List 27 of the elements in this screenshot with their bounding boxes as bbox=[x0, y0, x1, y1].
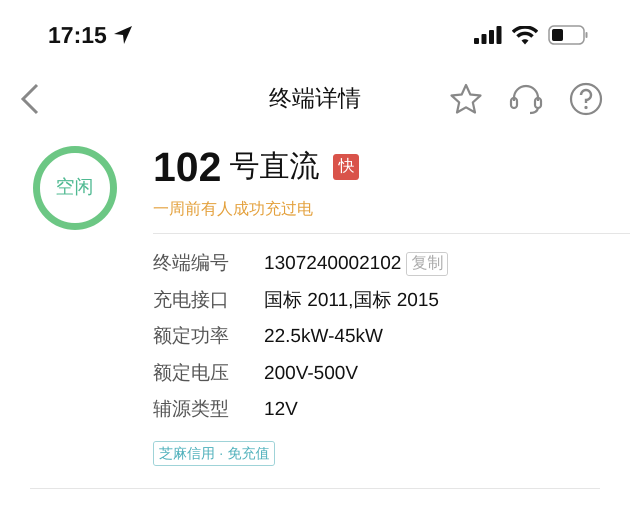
wifi-icon bbox=[512, 26, 538, 44]
headset-icon[interactable] bbox=[509, 83, 543, 115]
field-value: 国标 2011,国标 2015 bbox=[264, 288, 439, 312]
copy-button[interactable]: 复制 bbox=[406, 252, 448, 276]
field-label: 额定功率 bbox=[153, 325, 230, 349]
field-value: 22.5kW-45kW bbox=[264, 325, 383, 349]
field-value: 12V bbox=[264, 398, 298, 422]
help-icon[interactable] bbox=[569, 82, 603, 116]
back-icon[interactable] bbox=[20, 83, 40, 115]
field-label: 辅源类型 bbox=[153, 398, 230, 422]
field-label: 额定电压 bbox=[153, 362, 230, 386]
field-value: 200V-500V bbox=[264, 362, 358, 386]
status-time: 17:15 bbox=[48, 20, 107, 50]
status-ring: 空闲 bbox=[32, 146, 116, 230]
page-title: 终端详情 bbox=[269, 84, 361, 113]
charge-history-note: 一周前有人成功充过电 bbox=[153, 200, 314, 220]
fast-charge-tag: 快 bbox=[333, 154, 360, 180]
field-value: 1307240002102 bbox=[264, 252, 402, 276]
location-arrow-icon bbox=[112, 25, 133, 45]
field-label: 充电接口 bbox=[153, 288, 230, 312]
field-label: 终端编号 bbox=[153, 252, 230, 276]
signal-icon bbox=[474, 26, 502, 44]
terminal-number: 102 bbox=[153, 146, 222, 188]
credit-tag: 芝麻信用 · 免充值 bbox=[153, 440, 276, 466]
battery-icon bbox=[548, 25, 588, 45]
terminal-type: 号直流 bbox=[229, 152, 320, 182]
star-icon[interactable] bbox=[449, 83, 483, 115]
